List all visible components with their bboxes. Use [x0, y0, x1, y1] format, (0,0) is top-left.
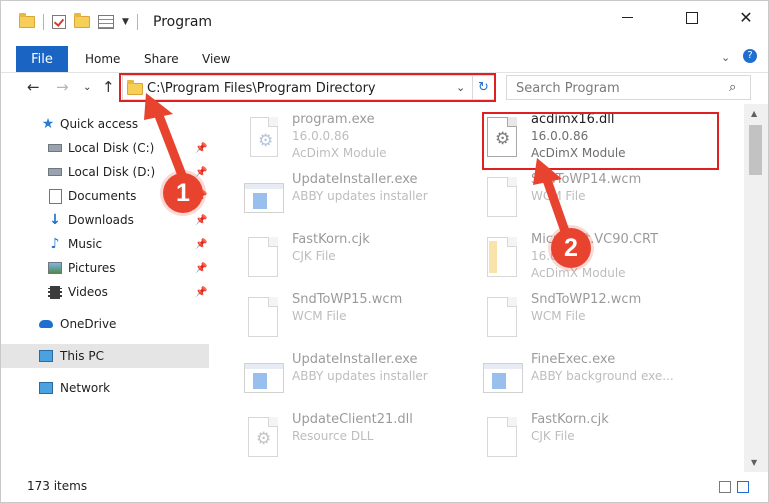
- explorer-window: ▼ Program ✕ File Home Share View ⌄ ? ← →…: [0, 0, 769, 503]
- arrow-2: [533, 158, 571, 239]
- arrow-1: [144, 93, 190, 188]
- step-1-badge: 1: [163, 173, 203, 213]
- annotation-arrows: [144, 93, 571, 239]
- step-2-badge: 2: [551, 228, 591, 268]
